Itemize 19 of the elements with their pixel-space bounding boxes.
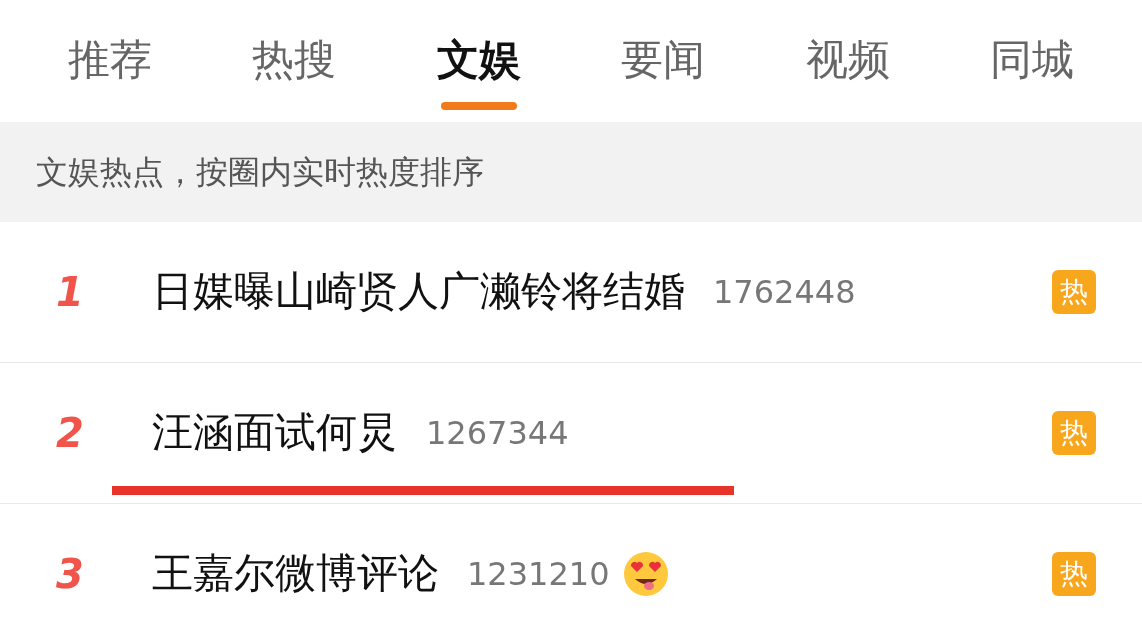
heat-count: 1267344 bbox=[426, 413, 569, 454]
hot-badge: 热 bbox=[1052, 411, 1096, 455]
tab[interactable]: 同城 bbox=[989, 30, 1074, 90]
tab[interactable]: 要闻 bbox=[621, 30, 706, 90]
topic-title[interactable]: 日媒曝山崎贤人广濑铃将结婚 bbox=[152, 261, 685, 323]
heat-count: 1231210 bbox=[467, 554, 610, 595]
rank-number: 2 bbox=[56, 409, 85, 458]
heat-count: 1762448 bbox=[713, 272, 856, 313]
tab[interactable]: 视频 bbox=[805, 30, 890, 90]
topic-title[interactable]: 王嘉尔微博评论 bbox=[152, 543, 439, 605]
rank-number: 3 bbox=[56, 550, 85, 599]
notice-text: 文娱热点，按圈内实时热度排序 bbox=[36, 152, 484, 193]
tab[interactable]: 推荐 bbox=[68, 30, 152, 90]
tab[interactable]: 热搜 bbox=[252, 30, 337, 90]
tab[interactable]: 文娱 bbox=[436, 30, 521, 90]
rank-number: 1 bbox=[56, 268, 85, 317]
hot-badge: 热 bbox=[1052, 270, 1096, 314]
hot-badge: 热 bbox=[1052, 552, 1096, 596]
topic-title[interactable]: 汪涵面试何炅 bbox=[152, 402, 398, 464]
